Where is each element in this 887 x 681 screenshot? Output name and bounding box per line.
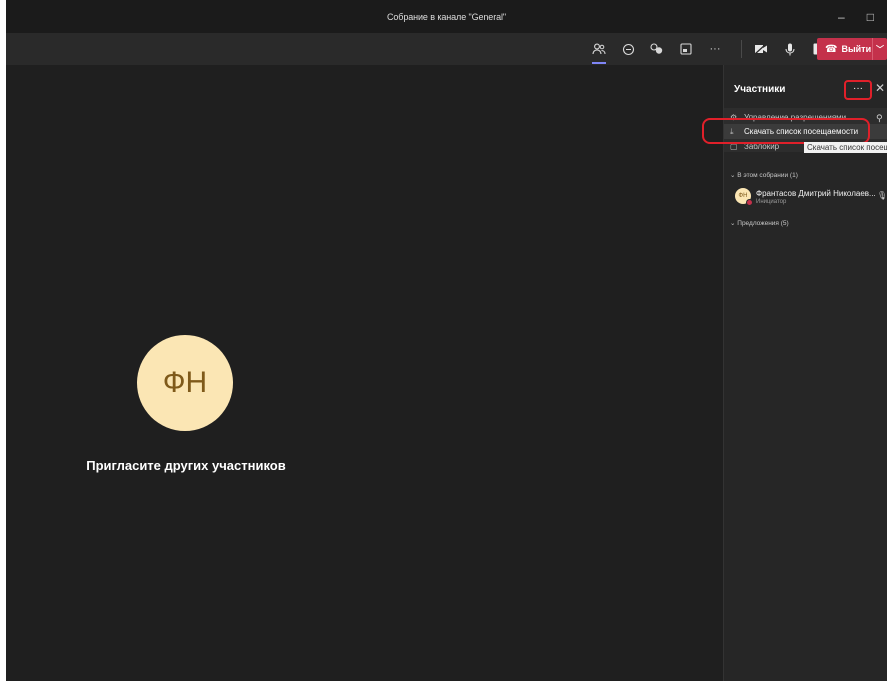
download-icon: ⤓	[730, 126, 734, 136]
phone-hangup-icon: ☎	[825, 43, 838, 55]
search-icon[interactable]: ⚲	[876, 113, 883, 124]
window-title: Собрание в канале "General"	[386, 11, 507, 22]
suggestions-section[interactable]: ⌄ Предложения (5)	[730, 219, 789, 227]
title-bar: Собрание в канале "General" – □ ✕	[6, 0, 887, 33]
menu-item-label: Управление разрешениями	[744, 113, 847, 122]
toolbar-divider	[741, 40, 742, 58]
participants-icon[interactable]	[590, 40, 608, 64]
more-options-button[interactable]: ···	[844, 80, 872, 100]
camera-icon[interactable]	[752, 40, 770, 58]
mic-icon[interactable]	[781, 40, 799, 58]
maximize-button[interactable]: □	[867, 10, 874, 24]
participants-panel: Участники ··· ✕ ⚙ Управление разрешениям…	[723, 65, 887, 681]
share-tray-icon[interactable]	[677, 40, 695, 58]
teams-meeting-window: Собрание в канале "General" – □ ✕ ···	[6, 0, 887, 681]
reactions-icon[interactable]	[648, 40, 666, 58]
invite-message: Пригласите других участников	[86, 458, 286, 473]
section-label: Предложения (5)	[737, 220, 789, 227]
menu-item-label: Заблокир	[744, 142, 780, 151]
leave-button[interactable]: ☎ Выйти ﹀	[817, 38, 887, 60]
participant-name: Франтасов Дмитрий Николаев...	[756, 189, 876, 198]
settings-icon: ⚙	[730, 113, 738, 122]
in-meeting-section[interactable]: ⌄ В этом собрании (1)	[730, 171, 798, 179]
section-label: В этом собрании (1)	[737, 172, 798, 179]
chevron-down-icon[interactable]: ﹀	[873, 44, 887, 55]
presence-status-icon	[746, 199, 753, 206]
window-controls: – □ ✕	[816, 0, 887, 33]
close-icon[interactable]: ✕	[875, 81, 885, 95]
meeting-actions: ···	[590, 33, 839, 65]
tooltip: Скачать список посещаемости	[804, 142, 887, 153]
menu-item-label: Скачать список посещаемости	[744, 127, 859, 136]
panel-title: Участники	[734, 84, 786, 95]
minimize-button[interactable]: –	[838, 10, 845, 24]
meeting-toolbar: ···	[6, 33, 887, 65]
lock-icon: ▢	[730, 142, 738, 151]
more-icon[interactable]: ···	[706, 40, 724, 58]
participant-row[interactable]: ФН Франтасов Дмитрий Николаев... Инициат…	[735, 186, 887, 208]
leave-label: Выйти	[841, 44, 872, 54]
user-avatar: ФН	[137, 335, 233, 431]
meeting-stage: ФН Пригласите других участников	[6, 65, 723, 681]
mic-icon: 🎙	[877, 191, 887, 200]
participant-role: Инициатор	[756, 199, 787, 205]
menu-item-manage-permissions[interactable]: ⚙ Управление разрешениями	[724, 110, 887, 125]
menu-item-download-attendance[interactable]: ⤓ Скачать список посещаемости	[724, 124, 887, 139]
chat-icon[interactable]	[619, 40, 637, 58]
